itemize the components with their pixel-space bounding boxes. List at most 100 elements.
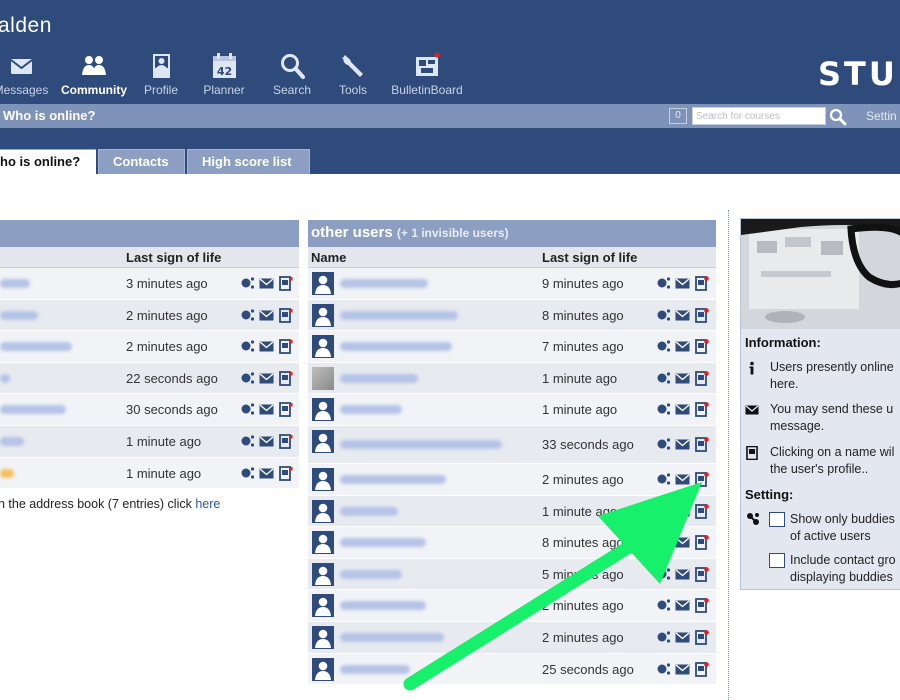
- include-contact-groups-checkbox[interactable]: [769, 553, 785, 568]
- buddy-add-icon[interactable]: [656, 339, 671, 354]
- user-avatar-icon[interactable]: [312, 499, 334, 523]
- blurred-user-name[interactable]: [0, 405, 66, 415]
- profile-card-icon[interactable]: [278, 339, 293, 355]
- user-avatar-icon[interactable]: [312, 335, 334, 359]
- envelope-icon[interactable]: [259, 466, 274, 481]
- blurred-user-name[interactable]: [340, 664, 410, 674]
- tab-who-is-online[interactable]: ho is online?: [0, 149, 96, 174]
- profile-card-icon[interactable]: [694, 437, 709, 452]
- tab-contacts[interactable]: Contacts: [98, 149, 185, 174]
- nav-item-tools[interactable]: Tools: [332, 52, 374, 102]
- blurred-user-name[interactable]: [0, 436, 24, 446]
- profile-card-icon[interactable]: [694, 630, 709, 645]
- user-avatar-icon[interactable]: [312, 467, 334, 491]
- nav-item-profile[interactable]: Profile: [136, 52, 186, 102]
- envelope-icon[interactable]: [675, 472, 690, 487]
- buddy-add-icon[interactable]: [240, 371, 255, 386]
- envelope-icon[interactable]: [675, 598, 690, 613]
- buddy-add-icon[interactable]: [240, 466, 255, 481]
- envelope-icon[interactable]: [675, 371, 690, 386]
- profile-card-icon[interactable]: [278, 402, 293, 418]
- profile-card-icon[interactable]: [694, 598, 709, 614]
- blurred-user-name[interactable]: [340, 569, 402, 579]
- user-avatar-icon[interactable]: [312, 594, 334, 618]
- profile-card-icon[interactable]: [694, 472, 709, 487]
- profile-card-icon[interactable]: [694, 339, 709, 355]
- buddy-add-icon[interactable]: [656, 402, 671, 417]
- address-book-link[interactable]: here: [195, 497, 220, 511]
- nav-item-search[interactable]: Search: [267, 52, 317, 102]
- profile-card-icon[interactable]: [694, 503, 709, 519]
- buddy-add-icon[interactable]: [656, 472, 671, 487]
- envelope-icon[interactable]: [675, 308, 690, 323]
- blurred-user-name[interactable]: [340, 506, 398, 516]
- buddy-add-icon[interactable]: [656, 504, 671, 519]
- blurred-user-name[interactable]: [0, 373, 10, 383]
- buddy-add-icon[interactable]: [240, 434, 255, 449]
- blurred-user-name[interactable]: [340, 601, 426, 611]
- buddy-add-icon[interactable]: [240, 339, 255, 354]
- blurred-user-name[interactable]: [0, 342, 72, 352]
- blurred-user-name[interactable]: [0, 279, 30, 288]
- user-avatar-icon[interactable]: [312, 531, 334, 555]
- profile-card-icon[interactable]: [278, 370, 293, 386]
- search-icon[interactable]: [829, 108, 847, 126]
- user-avatar-icon[interactable]: [312, 657, 334, 681]
- profile-card-icon[interactable]: [694, 276, 709, 291]
- buddy-add-icon[interactable]: [240, 402, 255, 417]
- user-photo-avatar[interactable]: [312, 366, 334, 390]
- blurred-user-name[interactable]: [340, 474, 446, 484]
- profile-card-icon[interactable]: [278, 434, 293, 449]
- profile-card-icon[interactable]: [694, 566, 709, 582]
- buddy-add-icon[interactable]: [656, 535, 671, 550]
- envelope-icon[interactable]: [675, 630, 690, 645]
- nav-item-bulletinboard[interactable]: BulletinBoard: [384, 52, 470, 102]
- settings-link[interactable]: Settin: [866, 109, 897, 123]
- profile-card-icon[interactable]: [278, 307, 293, 323]
- envelope-icon[interactable]: [259, 276, 274, 291]
- envelope-icon[interactable]: [675, 504, 690, 519]
- profile-card-icon[interactable]: [694, 307, 709, 323]
- envelope-icon[interactable]: [259, 371, 274, 386]
- blurred-user-name[interactable]: [0, 310, 38, 320]
- buddy-add-icon[interactable]: [656, 276, 671, 291]
- buddy-add-icon[interactable]: [656, 371, 671, 386]
- blurred-user-name[interactable]: [340, 538, 426, 548]
- profile-card-icon[interactable]: [694, 402, 709, 418]
- envelope-icon[interactable]: [259, 434, 274, 449]
- buddy-add-icon[interactable]: [656, 308, 671, 323]
- buddy-add-icon[interactable]: [656, 437, 671, 452]
- course-search-input[interactable]: [692, 107, 826, 125]
- buddy-add-icon[interactable]: [240, 276, 255, 291]
- buddy-add-icon[interactable]: [656, 662, 671, 677]
- blurred-user-name[interactable]: [340, 279, 428, 288]
- buddy-add-icon[interactable]: [656, 630, 671, 645]
- profile-card-icon[interactable]: [278, 465, 293, 481]
- user-avatar-icon[interactable]: [312, 429, 334, 453]
- profile-card-icon[interactable]: [694, 535, 709, 551]
- profile-card-icon[interactable]: [278, 276, 293, 291]
- envelope-icon[interactable]: [259, 308, 274, 323]
- blurred-user-name[interactable]: [340, 310, 458, 320]
- blurred-user-name[interactable]: [340, 632, 444, 642]
- envelope-icon[interactable]: [675, 402, 690, 417]
- user-avatar-icon[interactable]: [312, 303, 334, 327]
- tab-high-score-list[interactable]: High score list: [187, 149, 310, 174]
- profile-card-icon[interactable]: [694, 370, 709, 386]
- envelope-icon[interactable]: [675, 535, 690, 550]
- envelope-icon[interactable]: [259, 402, 274, 417]
- envelope-icon[interactable]: [675, 662, 690, 677]
- profile-card-icon[interactable]: [694, 661, 709, 677]
- blurred-user-name[interactable]: [340, 439, 502, 449]
- user-avatar-icon[interactable]: [312, 562, 334, 586]
- nav-item-planner[interactable]: 42 Planner: [197, 52, 251, 102]
- envelope-icon[interactable]: [675, 567, 690, 582]
- user-avatar-icon[interactable]: [312, 625, 334, 649]
- buddy-add-icon[interactable]: [656, 567, 671, 582]
- envelope-icon[interactable]: [675, 339, 690, 354]
- blurred-user-name[interactable]: [0, 468, 14, 478]
- user-avatar-icon[interactable]: [312, 272, 334, 295]
- user-avatar-icon[interactable]: [312, 398, 334, 422]
- envelope-icon[interactable]: [675, 437, 690, 452]
- blurred-user-name[interactable]: [340, 405, 402, 415]
